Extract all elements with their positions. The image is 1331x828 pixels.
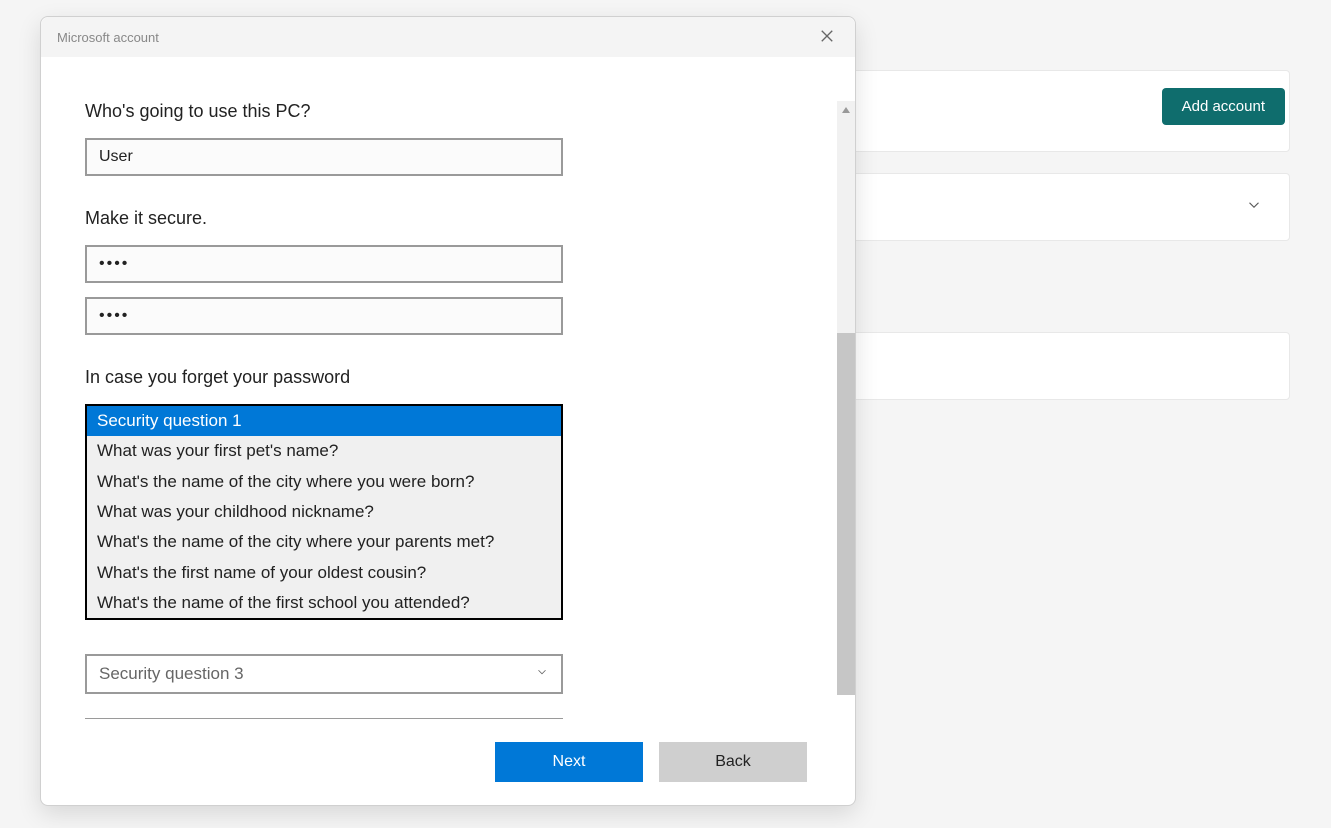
- dropdown-option[interactable]: What's the first name of your oldest cou…: [87, 558, 561, 588]
- answer-field-partial[interactable]: [85, 718, 563, 719]
- chevron-down-icon: [1245, 196, 1263, 219]
- dropdown-option[interactable]: What was your childhood nickname?: [87, 497, 561, 527]
- confirm-password-field[interactable]: ••••: [85, 297, 563, 335]
- password-value: ••••: [99, 255, 129, 273]
- next-button[interactable]: Next: [495, 742, 643, 782]
- password-field[interactable]: ••••: [85, 245, 563, 283]
- microsoft-account-dialog: Microsoft account Who's going to use thi…: [40, 16, 856, 806]
- username-value: User: [99, 148, 133, 166]
- dropdown-option[interactable]: What's the name of the first school you …: [87, 588, 561, 618]
- back-button[interactable]: Back: [659, 742, 807, 782]
- dialog-titlebar: Microsoft account: [41, 17, 855, 57]
- dropdown-option[interactable]: What's the name of the city where your p…: [87, 527, 561, 557]
- dropdown-option[interactable]: What's the name of the city where you we…: [87, 467, 561, 497]
- security-question-1-dropdown-open[interactable]: Security question 1 What was your first …: [85, 404, 563, 620]
- prompt-who: Who's going to use this PC?: [85, 101, 811, 122]
- prompt-secure: Make it secure.: [85, 208, 811, 229]
- close-icon: [820, 29, 834, 46]
- prompt-forget: In case you forget your password: [85, 367, 811, 388]
- dropdown-option[interactable]: Security question 1: [87, 406, 561, 436]
- dropdown-placeholder: Security question 3: [99, 664, 244, 684]
- dropdown-option[interactable]: What was your first pet's name?: [87, 436, 561, 466]
- chevron-down-icon: [535, 664, 549, 684]
- confirm-password-value: ••••: [99, 307, 129, 325]
- dialog-title: Microsoft account: [57, 30, 159, 45]
- dialog-footer: Next Back: [41, 719, 855, 805]
- username-field[interactable]: User: [85, 138, 563, 176]
- add-account-button[interactable]: Add account: [1162, 88, 1285, 125]
- security-question-3-dropdown[interactable]: Security question 3: [85, 654, 563, 694]
- close-button[interactable]: [805, 17, 849, 57]
